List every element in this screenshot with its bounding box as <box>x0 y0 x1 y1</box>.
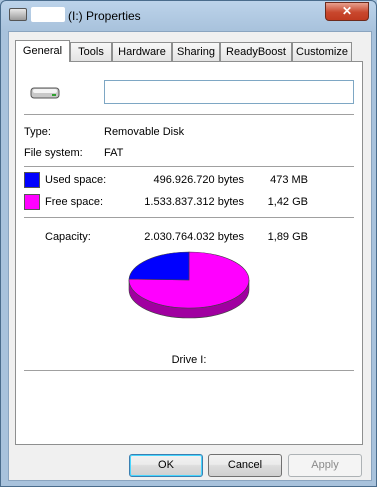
removable-drive-icon <box>30 87 60 99</box>
pie-used-slice <box>128 251 190 281</box>
separator <box>24 370 354 371</box>
properties-window: (I:) Properties ✕ General Tools Hardware… <box>0 0 377 487</box>
free-space-bytes: 1.533.837.312 bytes <box>144 196 244 208</box>
tab-hardware[interactable]: Hardware <box>112 42 172 61</box>
free-space-swatch <box>24 194 40 210</box>
used-space-bytes: 496.926.720 bytes <box>153 174 244 186</box>
ok-button[interactable]: OK <box>129 454 203 477</box>
separator <box>24 166 354 167</box>
used-space-swatch <box>24 172 40 188</box>
capacity-size: 1,89 GB <box>267 231 308 243</box>
tab-sharing[interactable]: Sharing <box>172 42 220 61</box>
dialog-body: General Tools Hardware Sharing ReadyBoos… <box>8 31 372 481</box>
capacity-label: Capacity: <box>45 231 91 243</box>
separator <box>24 114 354 115</box>
free-space-label: Free space: <box>45 196 104 208</box>
tab-general[interactable]: General <box>15 40 70 62</box>
type-value: Removable Disk <box>104 126 185 138</box>
window-title: (I:) Properties <box>68 9 141 23</box>
cancel-button[interactable]: Cancel <box>208 454 282 477</box>
tab-tools[interactable]: Tools <box>70 42 112 61</box>
close-button[interactable]: ✕ <box>325 2 369 21</box>
used-space-size: 473 MB <box>270 174 308 186</box>
disk-usage-pie-chart <box>128 251 250 319</box>
file-system-value: FAT <box>104 147 124 159</box>
file-system-label: File system: <box>24 147 83 159</box>
drive-letter-label: Drive I: <box>171 354 207 366</box>
general-panel: Type: Removable Disk File system: FAT Us… <box>15 61 363 445</box>
type-label: Type: <box>24 126 51 138</box>
title-bar[interactable]: (I:) Properties ✕ <box>1 1 376 31</box>
tab-strip: General Tools Hardware Sharing ReadyBoos… <box>15 40 365 62</box>
tab-customize[interactable]: Customize <box>292 42 352 61</box>
separator <box>24 217 354 218</box>
capacity-bytes: 2.030.764.032 bytes <box>144 231 244 243</box>
drive-title-icon <box>9 8 27 21</box>
tab-readyboost[interactable]: ReadyBoost <box>220 42 292 61</box>
free-space-size: 1,42 GB <box>267 196 308 208</box>
redacted-drive-name <box>31 7 65 22</box>
apply-button[interactable]: Apply <box>288 454 362 477</box>
used-space-label: Used space: <box>45 174 107 186</box>
drive-name-input[interactable] <box>104 80 354 104</box>
